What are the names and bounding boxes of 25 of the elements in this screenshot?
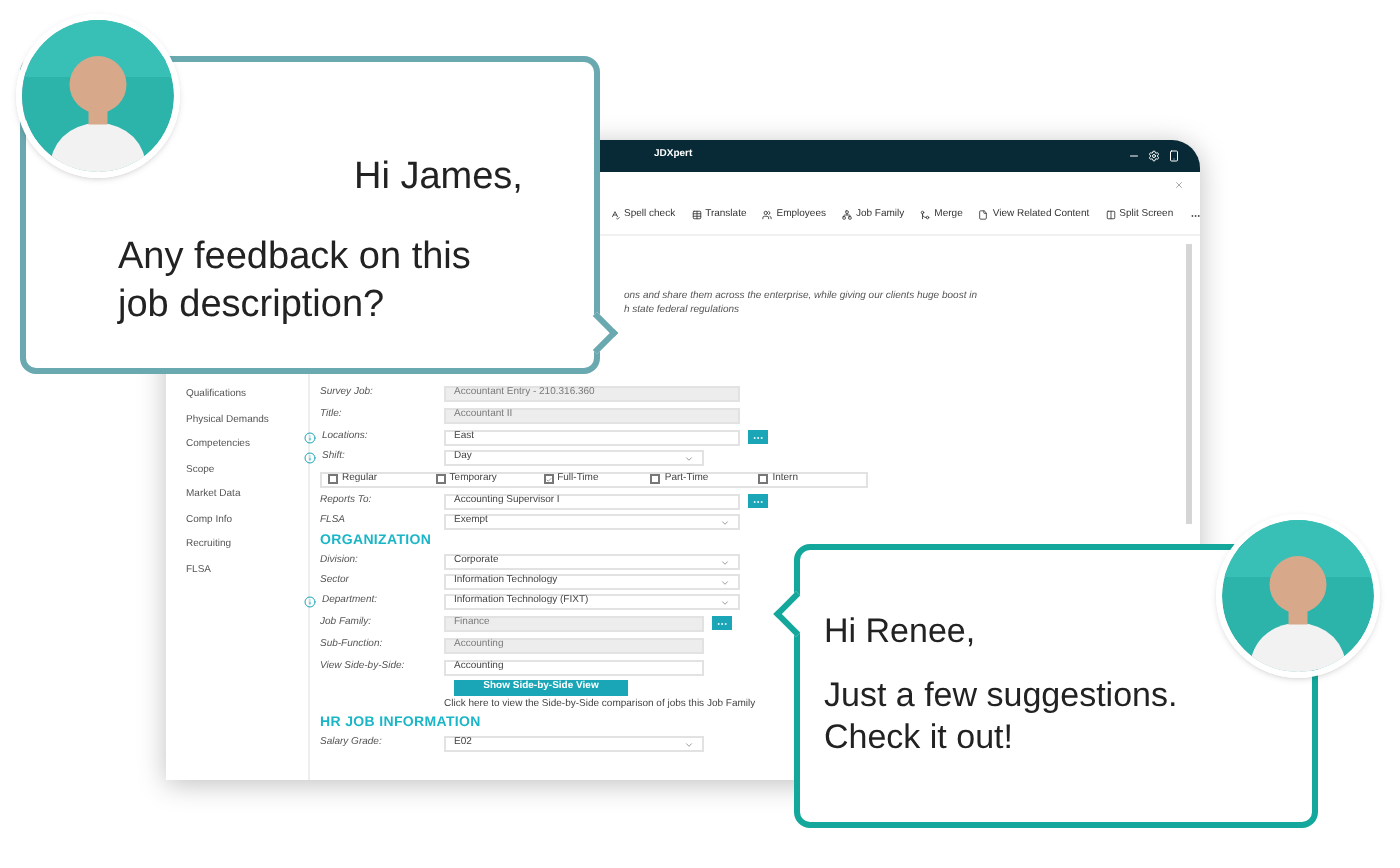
spellcheck-icon <box>610 210 620 220</box>
chevron-down-icon <box>720 517 730 527</box>
chevron-down-icon <box>684 453 694 463</box>
columns-icon <box>1105 210 1116 220</box>
message-text: job description? <box>118 282 387 330</box>
scrollbar[interactable] <box>1186 244 1192 524</box>
message-text: Hi Renee, <box>824 610 978 652</box>
phone-icon[interactable] <box>1168 150 1180 162</box>
minimize-icon[interactable] <box>1128 150 1140 162</box>
people-icon <box>762 210 773 220</box>
message-text: Hi James, <box>352 154 525 202</box>
table-icon <box>691 210 702 220</box>
document-icon <box>978 210 989 220</box>
checkbox[interactable] <box>543 474 554 484</box>
checkbox[interactable] <box>435 474 446 484</box>
checkbox[interactable] <box>328 474 338 484</box>
checkbox[interactable] <box>650 474 661 484</box>
chevron-down-icon <box>684 739 694 749</box>
message-text: Just a few suggestions. <box>824 674 1180 716</box>
message-text: Check it out! <box>824 716 1015 758</box>
hierarchy-icon <box>841 210 852 220</box>
checkbox[interactable] <box>758 474 769 484</box>
merge-icon <box>920 210 931 220</box>
message-text: Any feedback on this <box>118 234 473 282</box>
settings-icon[interactable] <box>1148 150 1160 162</box>
